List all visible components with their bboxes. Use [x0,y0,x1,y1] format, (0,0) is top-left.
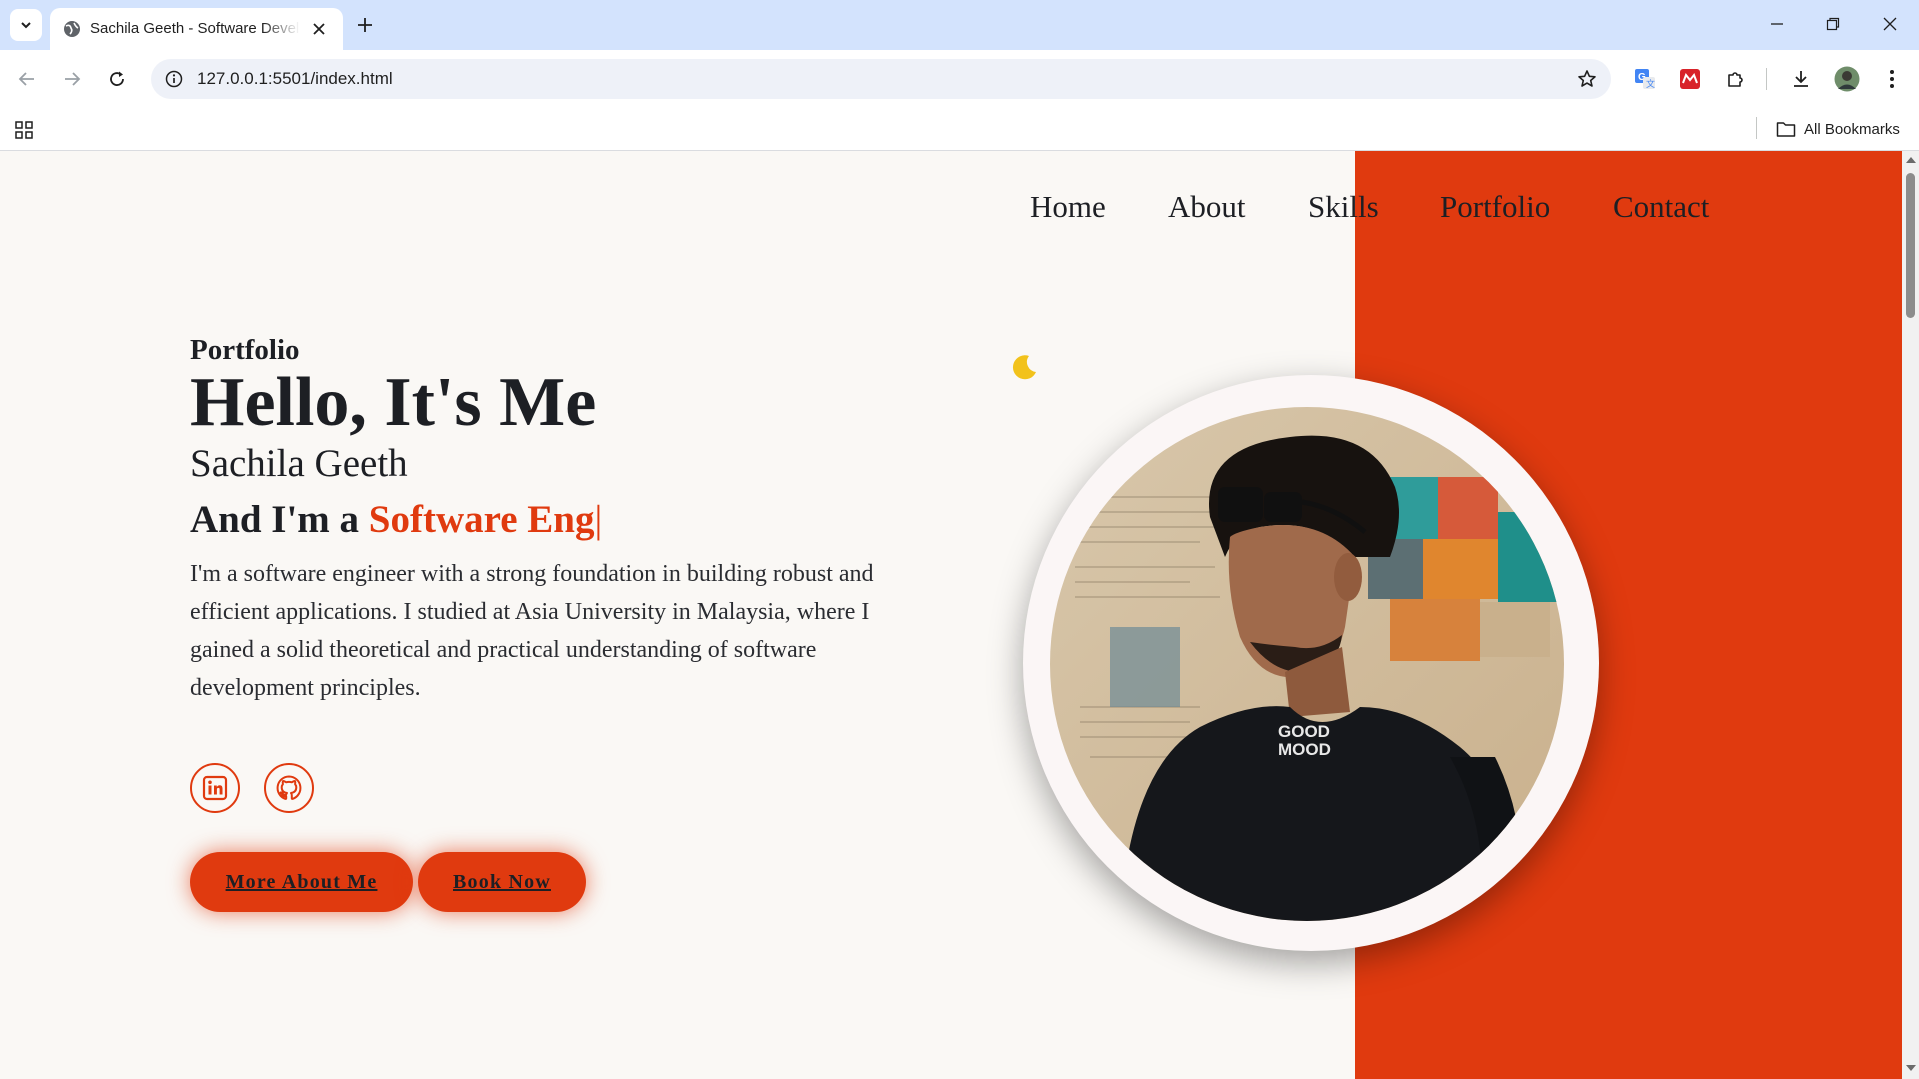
nav-link-about[interactable]: About [1168,189,1246,225]
bookmarks-bar: All Bookmarks [0,108,1919,151]
page-scrollbar[interactable] [1902,151,1919,1079]
nav-link-portfolio[interactable]: Portfolio [1440,189,1550,225]
menu-kebab-icon [1890,70,1894,88]
mendeley-extension-button[interactable] [1674,63,1706,95]
folder-icon [1776,122,1796,137]
new-tab-button[interactable] [352,12,378,38]
browser-tab-active[interactable]: Sachila Geeth - Software Developer [50,8,343,50]
chrome-menu-button[interactable] [1876,63,1908,95]
extensions-puzzle-icon [1728,72,1743,87]
github-button[interactable] [264,763,314,813]
github-icon [276,775,302,800]
scroll-thumb[interactable] [1906,173,1915,318]
more-about-me-button[interactable]: More About Me [190,852,413,912]
nav-link-home[interactable]: Home [1030,189,1106,225]
hero-name: Sachila Geeth [190,442,408,485]
page-viewport: Home About Skills Portfolio Contact Port… [0,151,1902,1079]
site-nav: Home About Skills Portfolio Contact [0,189,1902,239]
back-icon [18,72,34,86]
reload-button[interactable] [101,63,133,95]
close-window-button[interactable] [1870,8,1910,40]
restore-icon [1826,17,1840,31]
url-text: 127.0.0.1:5501/index.html [197,69,393,88]
site-info-button[interactable] [163,68,185,90]
profile-photo-illustration: GOOD MOOD [1050,407,1564,921]
browser-tabstrip: Sachila Geeth - Software Developer [0,0,1919,50]
download-icon [1794,71,1808,87]
all-bookmarks-button[interactable]: All Bookmarks [1776,117,1900,141]
tab-title: Sachila Geeth - Software Developer [90,20,300,37]
hero-role-typed: Software Eng [368,498,595,541]
svg-text:文: 文 [1646,78,1655,89]
linkedin-button[interactable] [190,763,240,813]
back-button[interactable] [11,63,43,95]
profile-photo: GOOD MOOD [1050,407,1564,921]
scroll-up-arrow-icon[interactable] [1906,157,1916,163]
linkedin-icon [202,775,228,801]
downloads-button[interactable] [1785,63,1817,95]
tab-search-button[interactable] [10,9,42,41]
bookmark-star-icon [1578,70,1596,87]
shirt-print-line2: MOOD [1278,740,1331,759]
mendeley-extension-icon [1680,69,1700,89]
bookmark-star-button[interactable] [1575,67,1599,91]
scroll-down-arrow-icon[interactable] [1906,1065,1916,1071]
profile-photo-frame: GOOD MOOD [1023,375,1599,951]
extensions-button[interactable] [1720,63,1752,95]
nav-link-contact[interactable]: Contact [1613,189,1709,225]
profile-avatar [1834,66,1860,92]
shirt-print-line1: GOOD [1278,722,1330,741]
all-bookmarks-label: All Bookmarks [1804,120,1900,138]
hero-role: And I'm a Software Eng| [190,497,602,542]
address-bar[interactable]: 127.0.0.1:5501/index.html [151,59,1611,99]
browser-toolbar: 127.0.0.1:5501/index.html G文 [0,50,1919,108]
minimize-icon [1771,23,1783,25]
plus-icon [358,18,372,32]
apps-grid-button[interactable] [12,118,36,142]
toolbar-divider [1766,68,1767,90]
site-info-icon [165,70,183,88]
reload-icon [110,71,124,86]
typing-caret: | [594,498,603,541]
restore-button[interactable] [1813,8,1853,40]
translate-extension-button[interactable]: G文 [1629,63,1661,95]
hero-role-prefix: And I'm a [190,498,369,541]
close-icon [1883,17,1897,31]
translate-extension-icon: G文 [1635,69,1655,89]
tab-close-icon[interactable] [308,18,330,40]
moon-icon[interactable] [1006,350,1040,384]
apps-grid-icon [15,121,33,139]
chevron-down-icon [21,22,31,29]
nav-link-skills[interactable]: Skills [1308,189,1379,225]
minimize-button[interactable] [1757,8,1797,40]
hero-title: Hello, It's Me [190,364,597,441]
book-now-button[interactable]: Book Now [418,852,586,912]
globe-icon [64,21,80,37]
forward-icon [65,72,81,86]
forward-button[interactable] [56,63,88,95]
profile-button[interactable] [1831,63,1863,95]
bookmarks-separator [1756,117,1757,139]
hero-description: I'm a software engineer with a strong fo… [190,561,874,701]
